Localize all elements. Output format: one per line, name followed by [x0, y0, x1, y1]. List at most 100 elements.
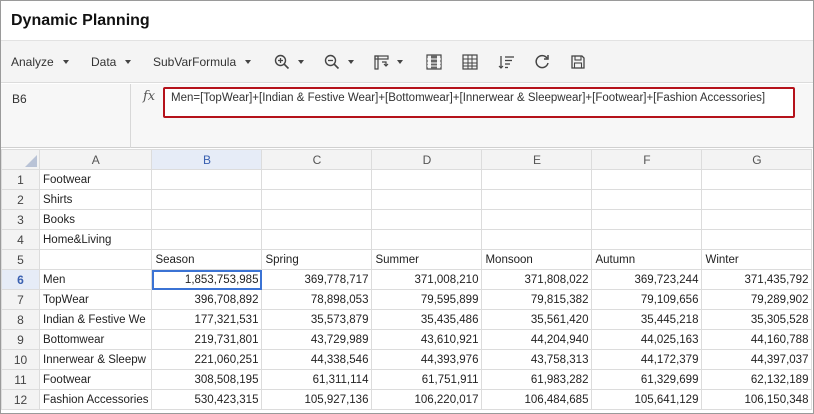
cell-a12[interactable]: Fashion Accessories [38, 389, 153, 410]
row-header[interactable]: 4 [1, 229, 40, 250]
cell-c2[interactable] [261, 189, 373, 210]
cell-a4[interactable]: Home&Living [38, 229, 153, 250]
cell-f3[interactable] [591, 209, 703, 230]
cell-b1[interactable] [151, 169, 263, 190]
cell-c10[interactable]: 44,338,546 [261, 349, 373, 370]
cell-g8[interactable]: 35,305,528 [701, 309, 813, 330]
cell-d12[interactable]: 106,220,017 [371, 389, 483, 410]
cell-d9[interactable]: 43,610,921 [371, 329, 483, 350]
cell-b12[interactable]: 530,423,315 [151, 389, 263, 410]
cell-g5[interactable]: Winter [701, 249, 813, 270]
cell-e12[interactable]: 106,484,685 [481, 389, 593, 410]
cell-b4[interactable] [151, 229, 263, 250]
cell-b2[interactable] [151, 189, 263, 210]
cell-e7[interactable]: 79,815,382 [481, 289, 593, 310]
chevron-down-icon[interactable] [348, 60, 354, 64]
cell-f7[interactable]: 79,109,656 [591, 289, 703, 310]
cell-b7[interactable]: 396,708,892 [151, 289, 263, 310]
cell-c4[interactable] [261, 229, 373, 250]
cell-f6[interactable]: 369,723,244 [591, 269, 703, 290]
cell-c8[interactable]: 35,573,879 [261, 309, 373, 330]
cell-b3[interactable] [151, 209, 263, 230]
cell-a2[interactable]: Shirts [38, 189, 153, 210]
cell-d2[interactable] [371, 189, 483, 210]
column-header-g[interactable]: G [701, 149, 813, 170]
cell-g10[interactable]: 44,397,037 [701, 349, 813, 370]
cell-g6[interactable]: 371,435,792 [701, 269, 813, 290]
cell-f1[interactable] [591, 169, 703, 190]
cell-a10[interactable]: Innerwear & Sleepw [38, 349, 153, 370]
chevron-down-icon[interactable] [298, 60, 304, 64]
column-header-e[interactable]: E [481, 149, 593, 170]
cell-f9[interactable]: 44,025,163 [591, 329, 703, 350]
cell-g7[interactable]: 79,289,902 [701, 289, 813, 310]
cell-e1[interactable] [481, 169, 593, 190]
cell-a1[interactable]: Footwear [38, 169, 153, 190]
column-header-d[interactable]: D [371, 149, 483, 170]
cell-c6[interactable]: 369,778,717 [261, 269, 373, 290]
pivot-icon[interactable] [372, 52, 392, 72]
cell-d7[interactable]: 79,595,899 [371, 289, 483, 310]
cell-b6[interactable]: 1,853,753,985 [151, 269, 263, 290]
cell-d10[interactable]: 44,393,976 [371, 349, 483, 370]
cell-c9[interactable]: 43,729,989 [261, 329, 373, 350]
cell-c7[interactable]: 78,898,053 [261, 289, 373, 310]
row-header[interactable]: 8 [1, 309, 40, 330]
row-header[interactable]: 9 [1, 329, 40, 350]
chevron-down-icon[interactable] [397, 60, 403, 64]
cell-a8[interactable]: Indian & Festive We [38, 309, 153, 330]
cell-e6[interactable]: 371,808,022 [481, 269, 593, 290]
formula-input[interactable]: Men=[TopWear]+[Indian & Festive Wear]+[B… [163, 87, 795, 118]
cell-a11[interactable]: Footwear [38, 369, 153, 390]
cell-c12[interactable]: 105,927,136 [261, 389, 373, 410]
row-header[interactable]: 2 [1, 189, 40, 210]
cell-c1[interactable] [261, 169, 373, 190]
subvarformula-menu[interactable]: SubVarFormula [153, 41, 252, 83]
zoom-out-icon[interactable] [322, 52, 342, 72]
cell-g1[interactable] [701, 169, 813, 190]
keep-only-icon[interactable] [424, 52, 444, 72]
row-header[interactable]: 6 [1, 269, 40, 290]
row-header[interactable]: 10 [1, 349, 40, 370]
cell-g11[interactable]: 62,132,189 [701, 369, 813, 390]
cell-g4[interactable] [701, 229, 813, 250]
cell-d6[interactable]: 371,008,210 [371, 269, 483, 290]
cell-g12[interactable]: 106,150,348 [701, 389, 813, 410]
cell-d1[interactable] [371, 169, 483, 190]
row-header[interactable]: 1 [1, 169, 40, 190]
cell-d3[interactable] [371, 209, 483, 230]
remove-only-icon[interactable] [460, 52, 480, 72]
cell-e10[interactable]: 43,758,313 [481, 349, 593, 370]
cell-c5[interactable]: Spring [261, 249, 373, 270]
cell-a9[interactable]: Bottomwear [38, 329, 153, 350]
cell-e4[interactable] [481, 229, 593, 250]
cell-f11[interactable]: 61,329,699 [591, 369, 703, 390]
cell-e3[interactable] [481, 209, 593, 230]
cell-a6[interactable]: Men [38, 269, 153, 290]
column-header-f[interactable]: F [591, 149, 703, 170]
zoom-in-icon[interactable] [272, 52, 292, 72]
cell-d4[interactable] [371, 229, 483, 250]
cell-b9[interactable]: 219,731,801 [151, 329, 263, 350]
cell-g9[interactable]: 44,160,788 [701, 329, 813, 350]
column-header-a[interactable]: A [38, 149, 153, 170]
cell-f10[interactable]: 44,172,379 [591, 349, 703, 370]
column-header-c[interactable]: C [261, 149, 373, 170]
row-header[interactable]: 7 [1, 289, 40, 310]
cell-a5[interactable] [38, 249, 153, 270]
refresh-icon[interactable] [532, 52, 552, 72]
row-header[interactable]: 12 [1, 389, 40, 410]
cell-b5[interactable]: Season [151, 249, 263, 270]
cell-f12[interactable]: 105,641,129 [591, 389, 703, 410]
cell-f4[interactable] [591, 229, 703, 250]
cell-reference-box[interactable]: B6 [1, 84, 131, 148]
cell-b11[interactable]: 308,508,195 [151, 369, 263, 390]
cell-g3[interactable] [701, 209, 813, 230]
row-header[interactable]: 5 [1, 249, 40, 270]
cell-a7[interactable]: TopWear [38, 289, 153, 310]
sort-icon[interactable] [497, 52, 517, 72]
analyze-menu[interactable]: Analyze [11, 41, 69, 83]
cell-e8[interactable]: 35,561,420 [481, 309, 593, 330]
cell-c3[interactable] [261, 209, 373, 230]
row-header[interactable]: 11 [1, 369, 40, 390]
